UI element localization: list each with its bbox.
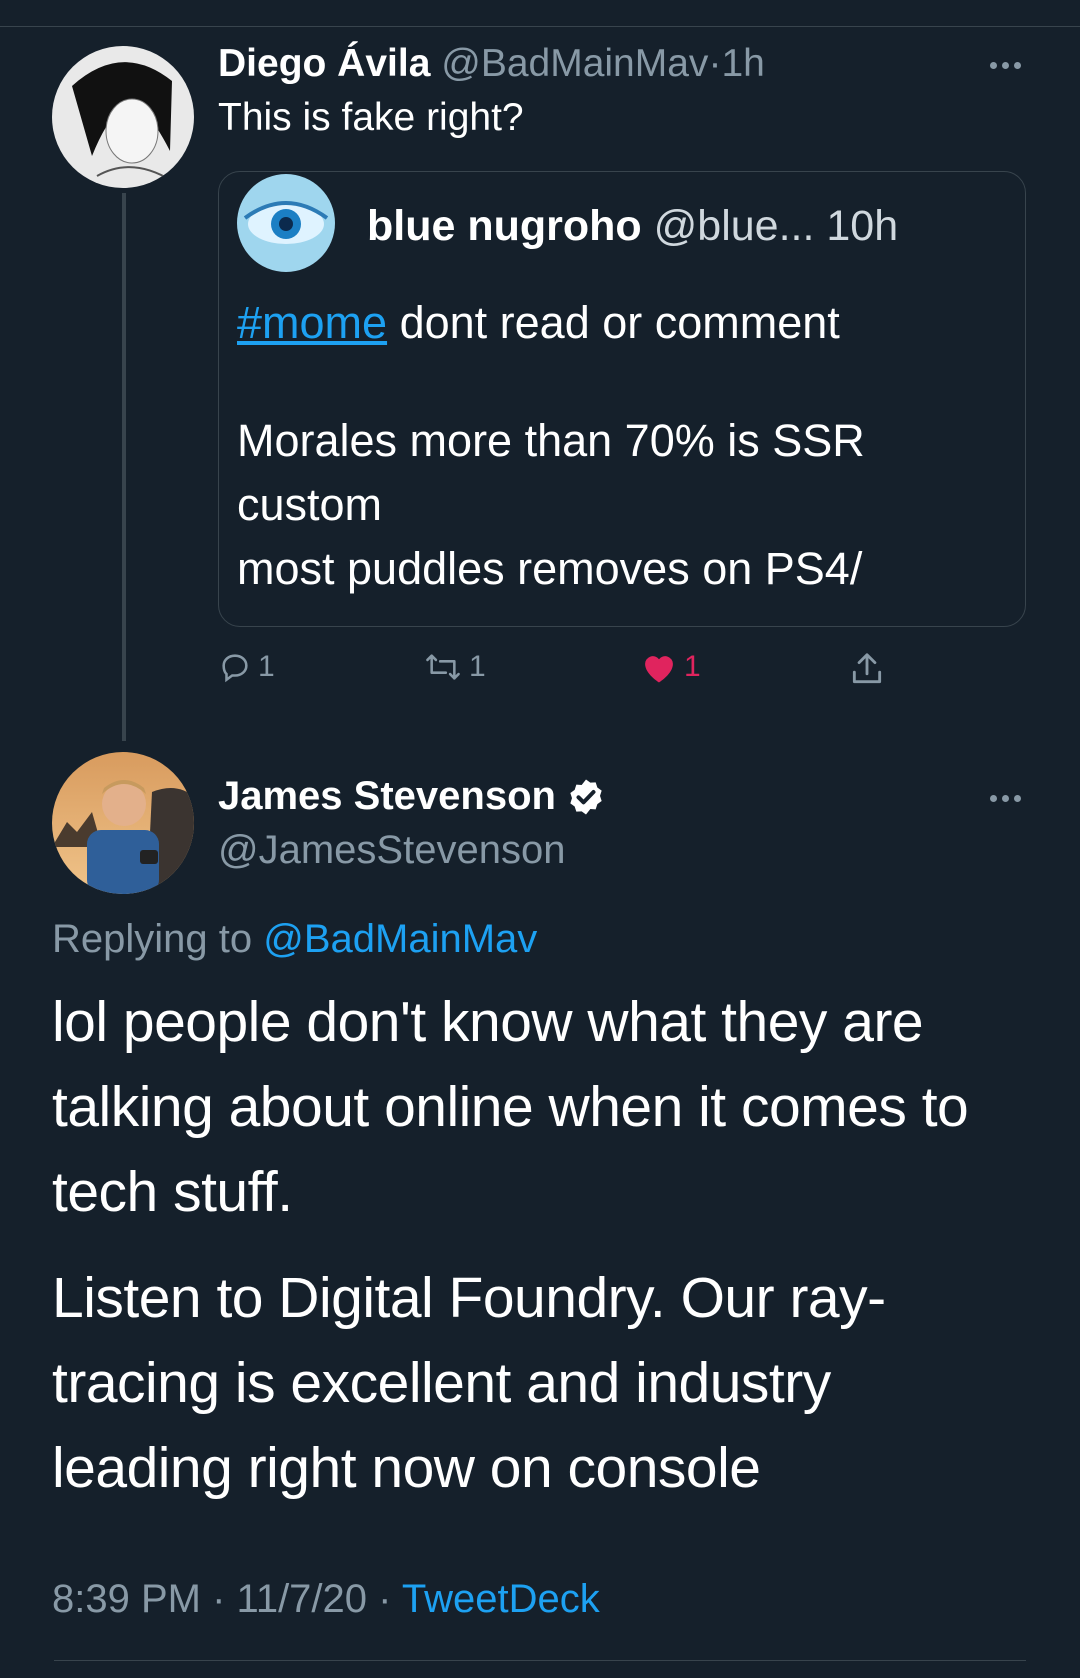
reply-paragraph-2: Listen to Digital Foundry. Our ray-traci… bbox=[52, 1266, 886, 1500]
like-button[interactable]: 1 bbox=[640, 650, 701, 684]
tweet-action-bar: 1 1 1 bbox=[218, 650, 898, 694]
more-icon[interactable] bbox=[985, 60, 1025, 70]
retweet-icon bbox=[426, 654, 460, 680]
verified-badge-icon bbox=[570, 779, 602, 814]
retweet-button[interactable]: 1 bbox=[423, 650, 486, 684]
james-avatar[interactable] bbox=[52, 752, 194, 894]
blue-avatar bbox=[237, 174, 335, 272]
reply-more-icon[interactable] bbox=[985, 793, 1025, 803]
replying-to-label: Replying to bbox=[52, 917, 264, 961]
reply-author-row: James Stevenson bbox=[218, 774, 606, 819]
quoted-time: 10h bbox=[826, 202, 899, 250]
reply-icon bbox=[222, 654, 248, 683]
reply-count: 1 bbox=[258, 650, 275, 683]
top-divider bbox=[0, 26, 1080, 27]
tweet-date[interactable]: 11/7/20 bbox=[237, 1577, 368, 1621]
tweet-time[interactable]: 8:39 PM bbox=[52, 1577, 201, 1621]
quoted-line1-rest: dont read or comment bbox=[387, 297, 840, 348]
parent-tweet-header: Diego Ávila @BadMainMav·1h bbox=[218, 42, 765, 86]
reply-paragraph-1: lol people don't know what they are talk… bbox=[52, 990, 969, 1224]
parent-tweet-text: This is fake right? bbox=[218, 96, 524, 139]
james-name[interactable]: James Stevenson bbox=[218, 774, 556, 819]
timestamp-separator-2: · bbox=[378, 1577, 392, 1621]
diego-avatar[interactable] bbox=[52, 46, 194, 188]
like-icon bbox=[645, 656, 673, 683]
parent-time[interactable]: 1h bbox=[721, 42, 764, 85]
retweet-count: 1 bbox=[469, 650, 486, 683]
hashtag-mome[interactable]: #mome bbox=[237, 297, 387, 348]
quoted-first-line: #mome dont read or comment bbox=[237, 291, 997, 355]
james-handle[interactable]: @JamesStevenson bbox=[218, 828, 565, 873]
replying-to-line: Replying to @BadMainMav bbox=[52, 917, 537, 962]
timestamp-separator-1: · bbox=[212, 1577, 226, 1621]
like-count: 1 bbox=[684, 650, 701, 683]
timestamp-row: 8:39 PM · 11/7/20 · TweetDeck bbox=[52, 1577, 600, 1622]
bottom-divider bbox=[54, 1660, 1026, 1661]
quoted-handle: @blue... bbox=[653, 202, 815, 250]
thread-connector-line bbox=[122, 193, 126, 741]
quoted-tweet-card[interactable]: blue nugroho @blue... 10h #mome dont rea… bbox=[218, 171, 1026, 627]
quoted-header: blue nugroho @blue... 10h bbox=[367, 202, 898, 251]
share-icon bbox=[852, 653, 882, 684]
diego-name[interactable]: Diego Ávila bbox=[218, 42, 430, 85]
quoted-body-text: Morales more than 70% is SSR custom most… bbox=[237, 415, 865, 594]
replying-to-handle[interactable]: @BadMainMav bbox=[263, 917, 537, 961]
diego-handle[interactable]: @BadMainMav bbox=[441, 42, 708, 85]
dot-separator: · bbox=[708, 42, 722, 85]
quoted-author-name: blue nugroho bbox=[367, 202, 642, 250]
share-button[interactable] bbox=[848, 650, 886, 688]
tweet-source[interactable]: TweetDeck bbox=[402, 1577, 600, 1621]
reply-button[interactable]: 1 bbox=[218, 650, 275, 684]
